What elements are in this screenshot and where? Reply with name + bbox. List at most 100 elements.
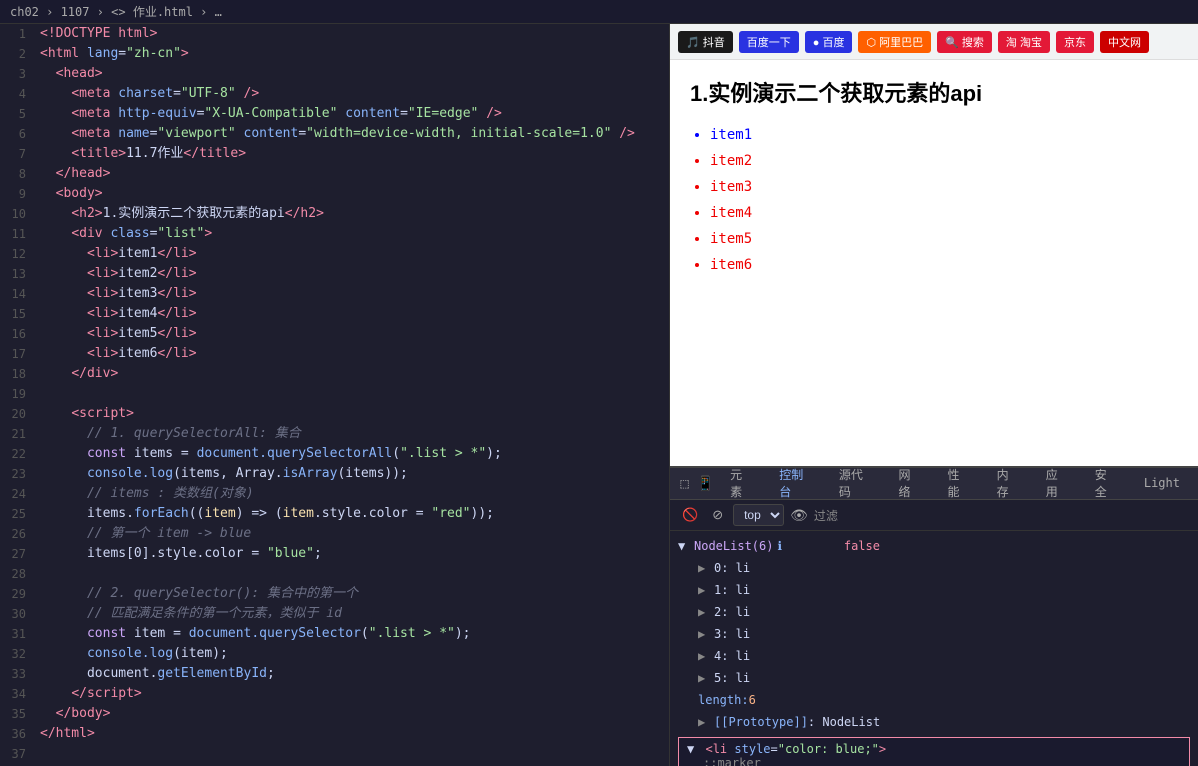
console-nodelist-item: ▶1: li [670, 579, 1198, 601]
nodelist-expand-arrow[interactable]: ▼ [678, 537, 690, 555]
console-nodelist-item: ▶4: li [670, 645, 1198, 667]
prototype-label: [[Prototype]] [714, 713, 808, 731]
preview-list-item: item5 [710, 226, 1178, 252]
item-expand-arrow[interactable]: ▶ [698, 647, 710, 665]
nav-baidu[interactable]: ● 百度 [805, 31, 853, 53]
item-expand-arrow[interactable]: ▶ [698, 559, 710, 577]
code-line: 22 const items = document.querySelectorA… [0, 444, 669, 464]
code-line: 12 <li>item1</li> [0, 244, 669, 264]
browser-preview-content: 1.实例演示二个获取元素的api item1item2item3item4ite… [670, 60, 1198, 466]
line-number: 27 [0, 544, 36, 564]
elem-style-attr: style [734, 742, 770, 756]
code-line: 14 <li>item3</li> [0, 284, 669, 304]
line-content: console.log(item); [36, 644, 669, 664]
devtools-clear-btn[interactable]: 🚫 [678, 505, 702, 525]
line-number: 7 [0, 144, 36, 164]
code-line: 23 console.log(items, Array.isArray(item… [0, 464, 669, 484]
line-content: const items = document.querySelectorAll(… [36, 444, 669, 464]
line-number: 26 [0, 524, 36, 544]
length-key: length: [698, 691, 749, 709]
line-content: </html> [36, 724, 669, 744]
line-number: 3 [0, 64, 36, 84]
preview-list-item: item1 [710, 122, 1178, 148]
line-number: 17 [0, 344, 36, 364]
line-content: items.forEach((item) => (item.style.colo… [36, 504, 669, 524]
line-number: 30 [0, 604, 36, 624]
right-panel: 🎵 抖音 百度一下 ● 百度 ⬡ 阿里巴巴 🔍 搜索 淘 淘宝 京东 中文网 1… [670, 24, 1198, 766]
item-expand-arrow[interactable]: ▶ [698, 603, 710, 621]
line-number: 31 [0, 624, 36, 644]
nav-sousuo[interactable]: 🔍 搜索 [937, 31, 992, 53]
line-content [36, 744, 669, 764]
code-line: 24 // items : 类数组(对象) [0, 484, 669, 504]
preview-list-item: item6 [710, 252, 1178, 278]
line-content: const item = document.querySelector(".li… [36, 624, 669, 644]
item-val: 3: li [714, 625, 750, 643]
code-line: 9 <body> [0, 184, 669, 204]
line-number: 19 [0, 384, 36, 404]
line-content: <li>item6</li> [36, 344, 669, 364]
nav-jingdong[interactable]: 京东 [1056, 31, 1094, 53]
code-line: 7 <title>11.7作业</title> [0, 144, 669, 164]
line-content: // 匹配满足条件的第一个元素，类似于 id [36, 604, 669, 624]
console-nodelist-item: ▶5: li [670, 667, 1198, 689]
elem-li-open: <li [705, 742, 727, 756]
element-open-tag: ▼ <li style="color: blue;"> [687, 742, 1181, 756]
console-nodelist-item: ▶3: li [670, 623, 1198, 645]
breadcrumb: ch02 › 1107 › <> 作业.html › … [0, 0, 1198, 24]
code-editor[interactable]: 1<!DOCTYPE html>2<html lang="zh-cn">3 <h… [0, 24, 670, 766]
prototype-expand-arrow[interactable]: ▶ [698, 713, 710, 731]
code-line: 10 <h2>1.实例演示二个获取元素的api</h2> [0, 204, 669, 224]
code-line: 32 console.log(item); [0, 644, 669, 664]
nodelist-label: NodeList(6) [694, 537, 773, 555]
code-line: 11 <div class="list"> [0, 224, 669, 244]
line-number: 12 [0, 244, 36, 264]
code-line: 1<!DOCTYPE html> [0, 24, 669, 44]
line-number: 22 [0, 444, 36, 464]
line-number: 10 [0, 204, 36, 224]
devtools-top-select[interactable]: top [733, 504, 784, 526]
nav-baidu-yi[interactable]: 百度一下 [739, 31, 799, 53]
tab-light[interactable]: Light [1130, 470, 1194, 498]
devtools-pause-btn[interactable]: ⊘ [708, 505, 727, 525]
code-line: 25 items.forEach((item) => (item.style.c… [0, 504, 669, 524]
line-number: 9 [0, 184, 36, 204]
line-content: <!DOCTYPE html> [36, 24, 669, 44]
line-number: 21 [0, 424, 36, 444]
nav-alibaba[interactable]: ⬡ 阿里巴巴 [858, 31, 931, 53]
preview-heading: 1.实例演示二个获取元素的api [690, 76, 1178, 108]
code-line: 5 <meta http-equiv="X-UA-Compatible" con… [0, 104, 669, 124]
item-expand-arrow[interactable]: ▶ [698, 669, 710, 687]
line-content: <div class="list"> [36, 224, 669, 244]
devtools-eye-btn[interactable]: 👁 [790, 507, 808, 524]
code-line: 8 </head> [0, 164, 669, 184]
code-line: 6 <meta name="viewport" content="width=d… [0, 124, 669, 144]
code-line: 26 // 第一个 item -> blue [0, 524, 669, 544]
devtools-console-output[interactable]: ▼ NodeList(6) ℹ false ▶0: li▶1: li▶2: li… [670, 531, 1198, 766]
devtools-mobile-icon[interactable]: 📱 [695, 472, 716, 496]
console-nodelist-line: ▼ NodeList(6) ℹ false [670, 535, 1198, 557]
nav-zhongwen[interactable]: 中文网 [1100, 31, 1149, 53]
line-content: // 2. querySelector(): 集合中的第一个 [36, 584, 669, 604]
line-content: <li>item4</li> [36, 304, 669, 324]
preview-list: item1item2item3item4item5item6 [690, 122, 1178, 278]
preview-list-item: item4 [710, 200, 1178, 226]
line-number: 15 [0, 304, 36, 324]
line-content: <body> [36, 184, 669, 204]
console-nodelist-item: ▶0: li [670, 557, 1198, 579]
code-line: 4 <meta charset="UTF-8" /> [0, 84, 669, 104]
console-prototype-line: ▶ [[Prototype]] : NodeList [670, 711, 1198, 733]
line-content: // 第一个 item -> blue [36, 524, 669, 544]
line-number: 35 [0, 704, 36, 724]
code-line: 28 [0, 564, 669, 584]
line-content: <title>11.7作业</title> [36, 144, 669, 164]
browser-navbar: 🎵 抖音 百度一下 ● 百度 ⬡ 阿里巴巴 🔍 搜索 淘 淘宝 京东 中文网 [670, 24, 1198, 60]
item-expand-arrow[interactable]: ▶ [698, 625, 710, 643]
devtools-cursor-icon[interactable]: ⬚ [674, 472, 695, 496]
line-number: 16 [0, 324, 36, 344]
nav-taobao[interactable]: 淘 淘宝 [998, 31, 1050, 53]
code-line: 19 [0, 384, 669, 404]
nav-douyin[interactable]: 🎵 抖音 [678, 31, 733, 53]
item-expand-arrow[interactable]: ▶ [698, 581, 710, 599]
line-content: <li>item2</li> [36, 264, 669, 284]
